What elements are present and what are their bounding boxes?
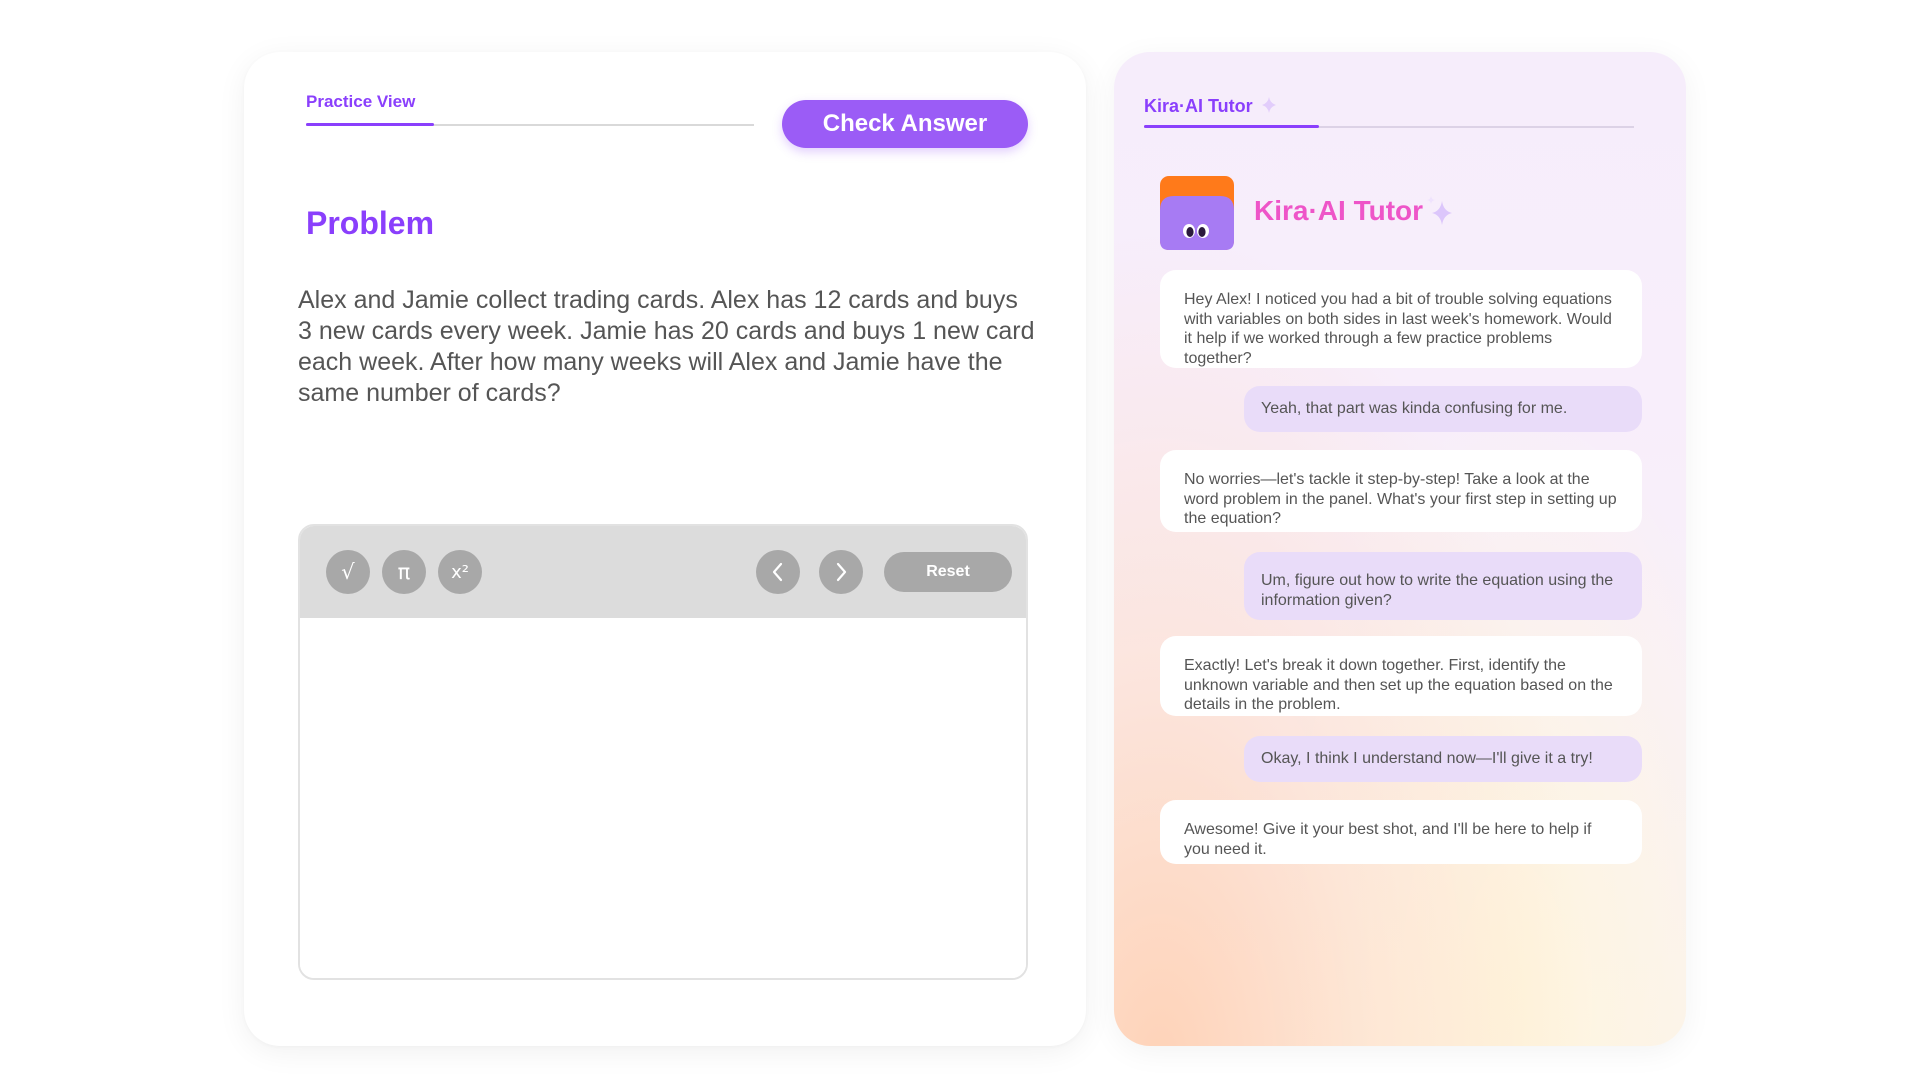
chevron-left-icon xyxy=(772,562,783,582)
square-root-button[interactable]: √ xyxy=(326,550,370,594)
undo-button[interactable] xyxy=(756,550,800,594)
message-text: Hey Alex! I noticed you had a bit of tro… xyxy=(1184,291,1612,367)
active-tab-indicator xyxy=(1144,125,1319,128)
tutor-tab-bar: Kira·AI Tutor xyxy=(1144,92,1634,128)
tab-kira-ai-tutor[interactable]: Kira·AI Tutor xyxy=(1144,96,1253,117)
answer-input-area[interactable] xyxy=(300,618,1026,978)
answer-editor: √ π x² Reset xyxy=(298,524,1028,980)
tutor-message: No worries—let's tackle it step-by-step!… xyxy=(1160,450,1642,532)
message-text: Exactly! Let's break it down together. F… xyxy=(1184,657,1613,713)
editor-toolbar: √ π x² Reset xyxy=(300,526,1026,618)
message-text: Awesome! Give it your best shot, and I'l… xyxy=(1184,821,1592,858)
problem-title: Problem xyxy=(306,205,435,241)
tutor-panel: Kira·AI Tutor Kira·AI Tutor Hey Alex! I … xyxy=(1114,52,1686,1046)
message-text: Yeah, that part was kinda confusing for … xyxy=(1261,400,1568,418)
user-message: Okay, I think I understand now—I'll give… xyxy=(1244,736,1642,782)
user-message: Um, figure out how to write the equation… xyxy=(1244,552,1642,620)
chevron-right-icon xyxy=(836,562,847,582)
practice-tab-bar: Practice View xyxy=(306,92,754,126)
sparkle-icon xyxy=(1262,97,1276,113)
tutor-message: Hey Alex! I noticed you had a bit of tro… xyxy=(1160,270,1642,368)
kira-avatar xyxy=(1160,176,1234,250)
tutor-message: Exactly! Let's break it down together. F… xyxy=(1160,636,1642,716)
active-tab-indicator xyxy=(306,123,434,126)
sparkle-icon xyxy=(1427,196,1452,225)
tutor-name: Kira·AI Tutor xyxy=(1254,195,1424,226)
redo-button[interactable] xyxy=(819,550,863,594)
pi-button[interactable]: π xyxy=(382,550,426,594)
message-text: Okay, I think I understand now—I'll give… xyxy=(1261,750,1593,768)
exponent-button[interactable]: x² xyxy=(438,550,482,594)
user-message: Yeah, that part was kinda confusing for … xyxy=(1244,386,1642,432)
reset-button[interactable]: Reset xyxy=(884,552,1012,592)
tutor-message: Awesome! Give it your best shot, and I'l… xyxy=(1160,800,1642,864)
practice-panel: Practice View Check Answer Problem Alex … xyxy=(244,52,1086,1046)
message-text: No worries—let's tackle it step-by-step!… xyxy=(1184,471,1617,527)
message-text: Um, figure out how to write the equation… xyxy=(1261,572,1614,609)
check-answer-button[interactable]: Check Answer xyxy=(782,100,1028,148)
tab-practice-view[interactable]: Practice View xyxy=(306,92,415,122)
problem-text: Alex and Jamie collect trading cards. Al… xyxy=(298,286,1035,407)
